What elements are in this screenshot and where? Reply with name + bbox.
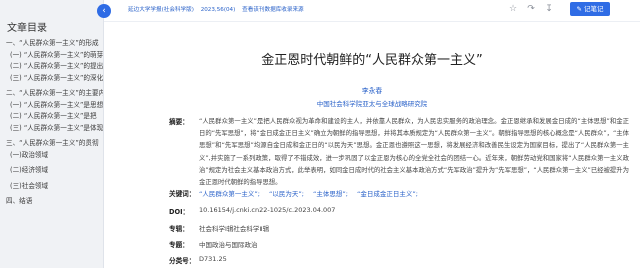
abstract-label: 摘要：	[169, 118, 189, 126]
toc-title: 文章目录	[7, 23, 47, 34]
doi-label: DOI：	[169, 208, 190, 216]
keywords-list: “人民群众第一主义”; “以民为天”; “主体思想”; “金日成金正日主义”;	[199, 188, 425, 198]
category-label: 专辑：	[169, 225, 189, 233]
category-value: 社会科学Ⅰ辑社会科学Ⅱ辑	[199, 225, 270, 233]
take-note-button[interactable]: ✎ 记笔记	[570, 2, 610, 16]
toc-item[interactable]: 四、结语	[0, 196, 103, 208]
topic-label: 专题：	[169, 241, 189, 249]
share-icon[interactable]: ↷	[525, 3, 537, 15]
class-number-label: 分类号：	[169, 257, 196, 265]
toc-item[interactable]: (二)经济领域	[0, 165, 103, 177]
article-title: 金正恩时代朝鲜的“人民群众第一主义”	[261, 53, 483, 68]
take-note-label: 记笔记	[584, 5, 604, 13]
class-number-value: D731.25	[199, 255, 227, 263]
toc-item[interactable]: (一) “人民群众第一主义”的萌芽	[0, 50, 103, 62]
toc-item[interactable]: (二) “人民群众第一主义”的提出	[0, 61, 103, 73]
article-author[interactable]: 李永春	[104, 85, 640, 95]
sidebar-toc: 文章目录 一、“人民群众第一主义”的形成 (一) “人民群众第一主义”的萌芽 (…	[0, 0, 104, 268]
toc-item[interactable]: (三)社会领域	[0, 181, 103, 193]
keyword-link[interactable]: “金日成金正日主义”;	[357, 190, 418, 198]
toc-item[interactable]: 三、“人民群众第一主义”的贯彻	[0, 138, 103, 150]
topic-value: 中国政治与国际政治	[199, 241, 258, 249]
database-inclusion-link[interactable]: 查看该刊数据库收录来源	[242, 7, 304, 13]
toc-item[interactable]: (一) “人民群众第一主义”是思想	[0, 100, 103, 112]
toc-item[interactable]: 一、“人民群众第一主义”的形成	[0, 38, 103, 50]
toc-item[interactable]: (二) “人民群众第一主义”是把	[0, 111, 103, 123]
chevron-left-icon: ‹	[102, 6, 106, 16]
keyword-link[interactable]: “主体思想”;	[313, 190, 348, 198]
star-icon[interactable]: ☆	[507, 3, 519, 15]
toc-item[interactable]: (一)政治领域	[0, 150, 103, 162]
keyword-link[interactable]: “人民群众第一主义”;	[199, 190, 260, 198]
toc-item[interactable]: (三) “人民群众第一主义”的深化	[0, 73, 103, 85]
download-icon[interactable]: ↧	[543, 3, 555, 15]
note-icon: ✎	[576, 5, 582, 13]
keyword-link[interactable]: “以民为天”;	[269, 190, 304, 198]
toc-item[interactable]: (三) “人民群众第一主义”是体现	[0, 123, 103, 135]
collapse-sidebar-button[interactable]: ‹	[97, 4, 111, 18]
journal-issue[interactable]: 2023,56(04)	[201, 7, 236, 13]
keywords-label: 关键词：	[169, 190, 196, 198]
journal-name[interactable]: 延边大学学报(社会科学版)	[128, 7, 194, 13]
toc-list: 一、“人民群众第一主义”的形成 (一) “人民群众第一主义”的萌芽 (二) “人…	[0, 38, 103, 208]
article-main: 延边大学学报(社会科学版) 2023,56(04) 查看该刊数据库收录来源 ☆ …	[104, 0, 640, 268]
abstract-text: “人民群众第一主义”是把人民群众视为革命和建设的主人，并依靠人民群众，为人民忠实…	[199, 118, 629, 187]
doi-value: 10.16154/j.cnki.cn22-1025/c.2023.04.007	[199, 206, 336, 214]
article-toolbar: 延边大学学报(社会科学版) 2023,56(04) 查看该刊数据库收录来源 ☆ …	[104, 0, 640, 22]
author-affiliation[interactable]: 中国社会科学院亚太与全球战略研究院	[104, 98, 640, 108]
journal-source: 延边大学学报(社会科学版) 2023,56(04) 查看该刊数据库收录来源	[128, 5, 309, 13]
toc-item[interactable]: 二、“人民群众第一主义”的主要内容	[0, 88, 103, 100]
